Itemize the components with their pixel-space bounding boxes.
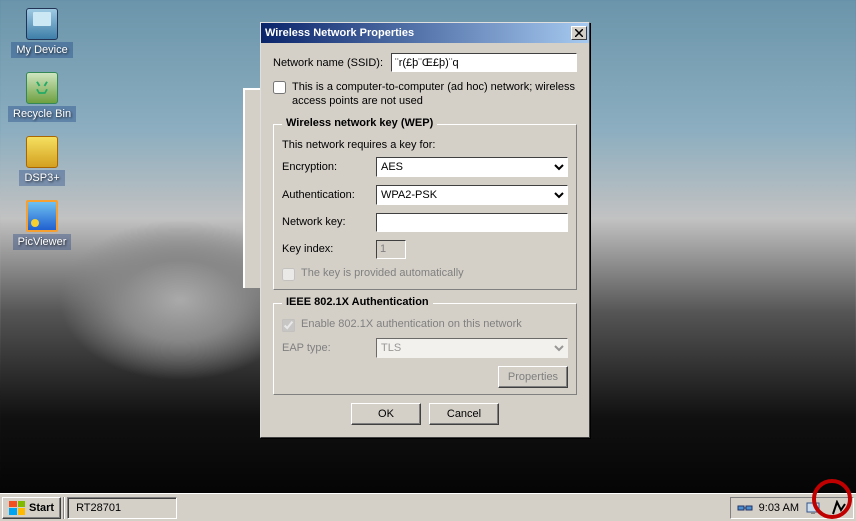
properties-button: Properties — [498, 366, 568, 388]
adhoc-checkbox[interactable] — [273, 81, 286, 94]
authentication-select[interactable]: WPA2-PSK — [376, 185, 568, 205]
eap-type-label: EAP type: — [282, 342, 368, 354]
desktop-icons: My Device Recycle Bin DSP3+ PicViewer — [8, 8, 76, 250]
eap-type-select: TLS — [376, 338, 568, 358]
desktop-icon-label: My Device — [11, 42, 72, 58]
desktop-icon-recycle-bin[interactable]: Recycle Bin — [8, 72, 76, 122]
desktop-icon-label: Recycle Bin — [8, 106, 76, 122]
pda-icon — [26, 8, 58, 40]
taskbar-item-label: RT28701 — [76, 502, 121, 514]
ssid-label: Network name (SSID): — [273, 57, 383, 69]
chip-icon — [26, 136, 58, 168]
taskbar: Start RT28701 9:03 AM — [0, 493, 856, 521]
clock: 9:03 AM — [759, 502, 799, 514]
wep-intro: This network requires a key for: — [282, 139, 568, 151]
wireless-properties-dialog: Wireless Network Properties Network name… — [260, 22, 590, 438]
system-tray: 9:03 AM — [730, 497, 854, 519]
encryption-select[interactable]: AES — [376, 157, 568, 177]
ieee-group: IEEE 802.1X Authentication Enable 802.1X… — [273, 298, 577, 395]
desktop-icon-picviewer[interactable]: PicViewer — [8, 200, 76, 250]
key-index-label: Key index: — [282, 243, 368, 255]
recycle-icon — [26, 72, 58, 104]
input-panel-icon[interactable] — [831, 500, 847, 516]
network-key-label: Network key: — [282, 216, 368, 228]
start-button[interactable]: Start — [2, 497, 61, 519]
ieee-legend: IEEE 802.1X Authentication — [282, 296, 433, 308]
key-index-input — [376, 240, 406, 259]
desktop-icon-dsp3[interactable]: DSP3+ — [8, 136, 76, 186]
desktop-icon-label: PicViewer — [13, 234, 72, 250]
adhoc-label: This is a computer-to-computer (ad hoc) … — [292, 80, 577, 109]
network-tray-icon[interactable] — [737, 500, 753, 516]
windows-logo-icon — [9, 501, 25, 515]
desktop-tray-icon[interactable] — [805, 500, 821, 516]
desktop-icon-my-device[interactable]: My Device — [8, 8, 76, 58]
wep-group: Wireless network key (WEP) This network … — [273, 119, 577, 290]
ok-button[interactable]: OK — [351, 403, 421, 425]
cancel-button[interactable]: Cancel — [429, 403, 499, 425]
autokey-checkbox — [282, 268, 295, 281]
start-label: Start — [29, 502, 54, 514]
enable-8021x-checkbox — [282, 319, 295, 332]
taskbar-item-rt28701[interactable]: RT28701 — [67, 497, 177, 519]
enable-8021x-label: Enable 802.1X authentication on this net… — [301, 318, 522, 330]
encryption-label: Encryption: — [282, 161, 368, 173]
close-button[interactable] — [571, 26, 587, 40]
wep-legend: Wireless network key (WEP) — [282, 117, 437, 129]
desktop-icon-label: DSP3+ — [19, 170, 64, 186]
ssid-input[interactable] — [391, 53, 577, 72]
taskbar-divider — [63, 497, 65, 519]
picture-icon — [26, 200, 58, 232]
dialog-title: Wireless Network Properties — [263, 27, 571, 39]
authentication-label: Authentication: — [282, 189, 368, 201]
dialog-titlebar[interactable]: Wireless Network Properties — [261, 23, 589, 43]
network-key-input[interactable] — [376, 213, 568, 232]
autokey-label: The key is provided automatically — [301, 267, 464, 279]
